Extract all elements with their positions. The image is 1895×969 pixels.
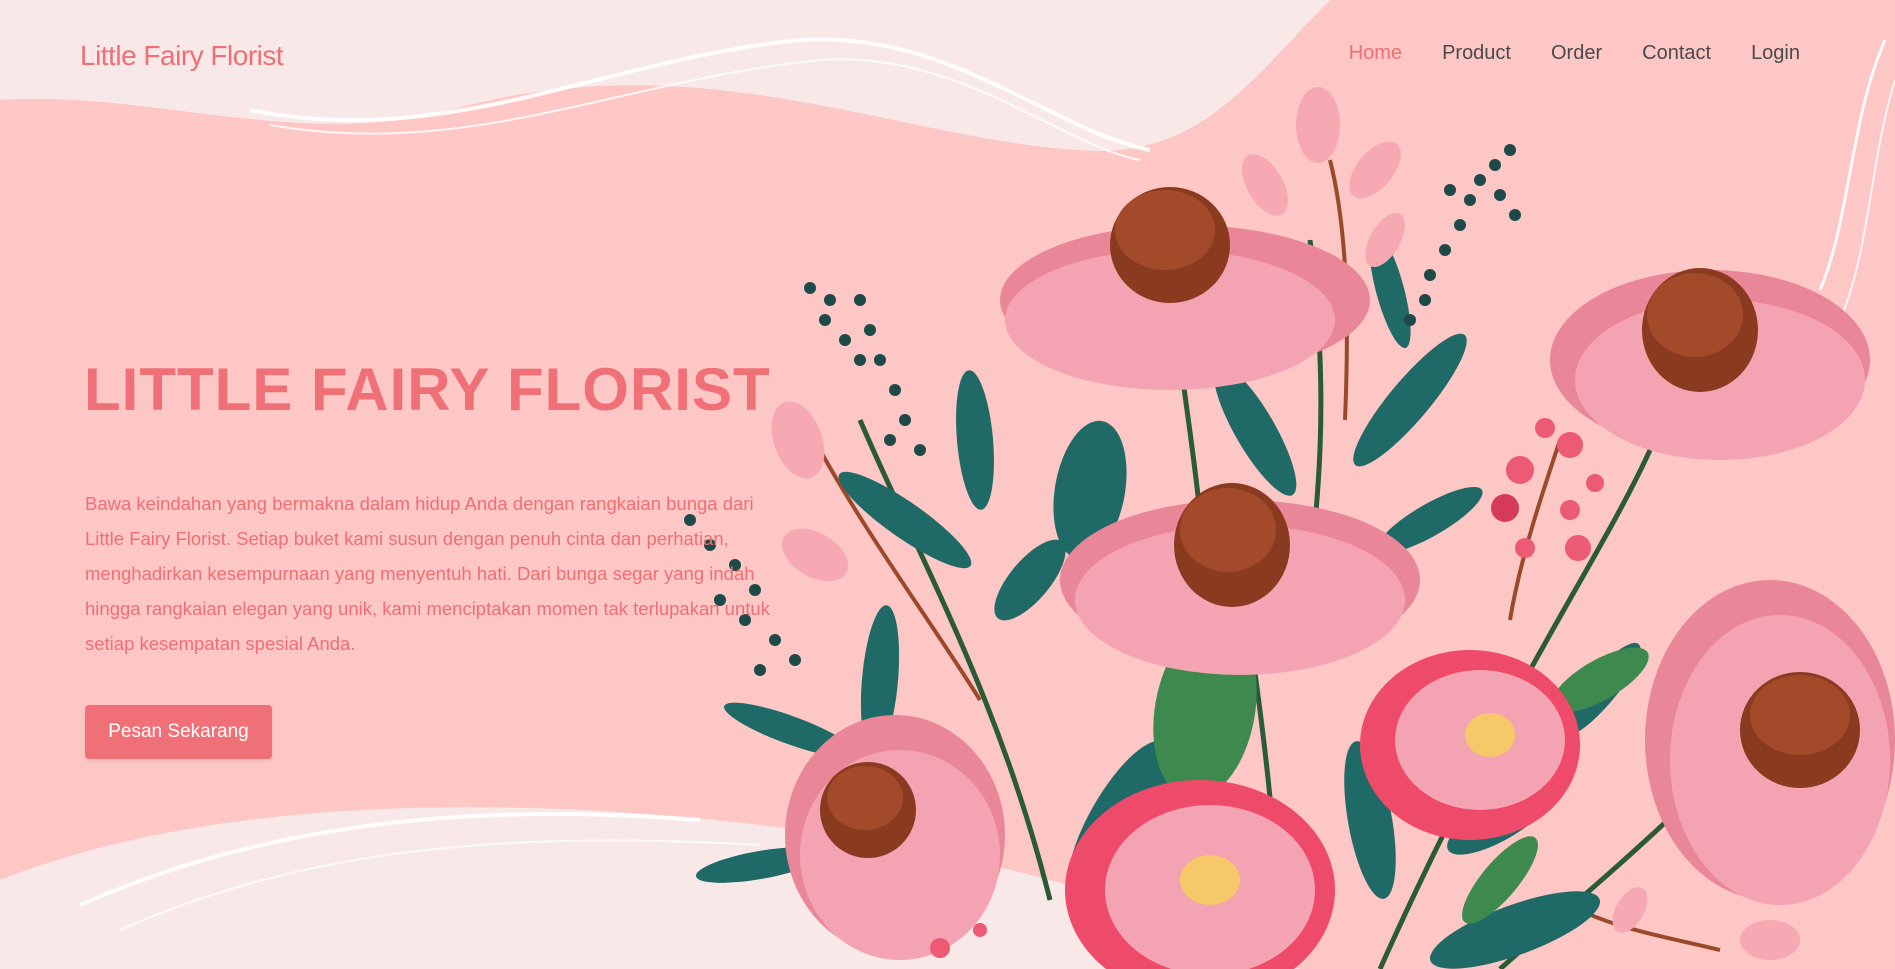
brand-logo[interactable]: Little Fairy Florist xyxy=(80,40,284,72)
main-menu: Home Product Order Contact Login xyxy=(1349,42,1800,65)
top-navigation: Little Fairy Florist Home Product Order … xyxy=(0,0,1895,110)
red-carnation-right xyxy=(1360,650,1580,840)
order-now-button[interactable]: Pesan Sekarang xyxy=(85,705,272,759)
background-illustration xyxy=(0,0,1895,969)
hero-title: LITTLE FAIRY FLORIST xyxy=(84,356,771,423)
nav-item-order[interactable]: Order xyxy=(1551,42,1602,65)
nav-item-login[interactable]: Login xyxy=(1751,42,1800,65)
nav-item-home[interactable]: Home xyxy=(1349,42,1402,65)
nav-item-contact[interactable]: Contact xyxy=(1642,42,1711,65)
hero-description: Bawa keindahan yang bermakna dalam hidup… xyxy=(85,493,770,654)
nav-item-product[interactable]: Product xyxy=(1442,42,1511,65)
